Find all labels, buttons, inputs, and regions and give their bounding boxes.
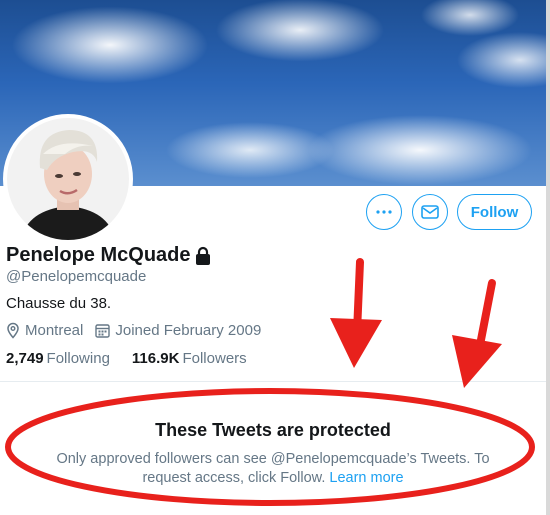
profile-stats: 2,749 Following 116.9K Followers (6, 350, 269, 367)
more-icon (376, 210, 392, 214)
followers-label: Followers (182, 350, 247, 367)
following-link[interactable]: 2,749 Following (6, 350, 110, 367)
lock-icon (195, 246, 210, 265)
protected-message: Only approved followers can see @Penelop… (40, 450, 506, 488)
join-date-text: Joined February 2009 (115, 322, 262, 339)
avatar-image (7, 118, 129, 240)
following-label: Following (46, 350, 110, 367)
location-pin-icon (7, 322, 19, 339)
profile-meta: Montreal Joined February 2009 (6, 322, 273, 339)
protected-title: These Tweets are protected (155, 420, 391, 440)
following-count: 2,749 (6, 350, 44, 367)
annotation-arrow-right (452, 279, 502, 388)
profile-name: Penelope McQuade (6, 244, 191, 266)
followers-count: 116.9K (131, 350, 180, 367)
calendar-icon (95, 324, 111, 338)
protected-body: Only approved followers can see @Penelop… (56, 451, 490, 486)
annotation-arrow-left (330, 258, 382, 368)
location: Montreal (6, 322, 83, 339)
follow-button[interactable]: Follow (457, 194, 532, 230)
more-button[interactable] (366, 194, 402, 230)
profile-name-row: Penelope McQuade (6, 244, 212, 267)
followers-link[interactable]: 116.9K Followers (132, 350, 247, 367)
scrollbar[interactable] (546, 0, 550, 515)
mail-icon (421, 205, 439, 219)
divider (0, 381, 546, 382)
message-button[interactable] (412, 194, 448, 230)
location-text: Montreal (25, 322, 84, 339)
learn-more-link[interactable]: Learn more (329, 470, 403, 486)
join-date: Joined February 2009 (95, 322, 261, 339)
avatar[interactable] (3, 114, 133, 244)
profile-handle: @Penelopemcquade (6, 268, 147, 285)
profile-bio: Chausse du 38. (6, 295, 112, 312)
